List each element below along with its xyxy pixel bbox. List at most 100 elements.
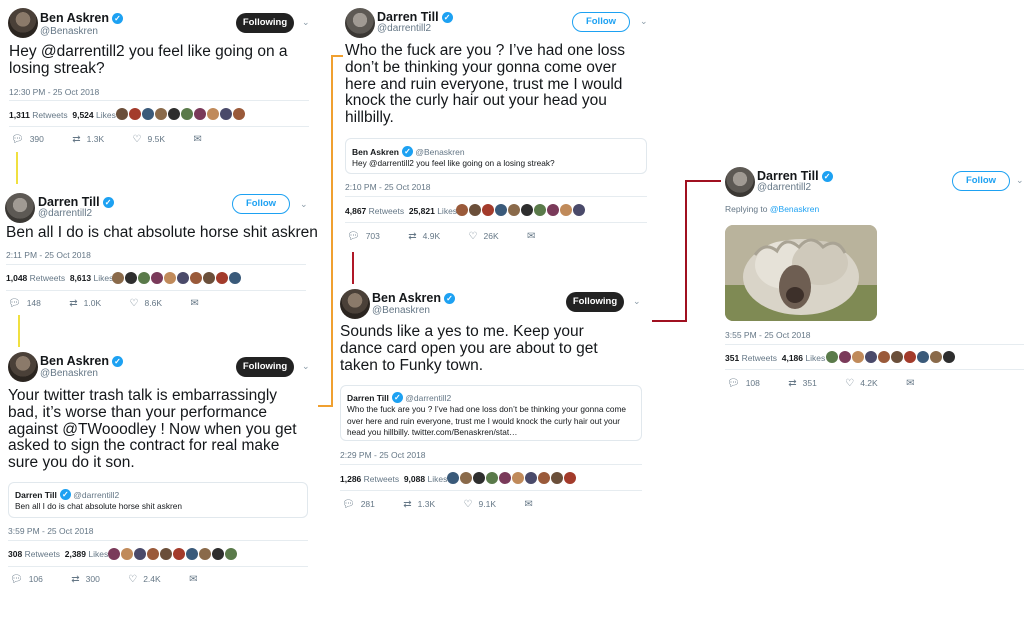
liker-avatar[interactable] [225,548,237,560]
author-name[interactable]: Ben Askren ✓ [372,291,456,305]
liker-avatar[interactable] [181,108,193,120]
follow-button[interactable]: Follow [572,12,630,32]
reply-button[interactable]: 💬︎ 281 [342,499,375,510]
chevron-down-icon[interactable]: ⌄ [302,361,310,372]
engagement-stats[interactable]: 351 Retweets 4,186 Likes [725,353,825,363]
reply-button[interactable]: 💬︎ 148 [8,298,41,309]
liker-avatar[interactable] [229,272,241,284]
timestamp[interactable]: 12:30 PM - 25 Oct 2018 [9,87,99,97]
message-button[interactable]: ✉ [189,574,203,585]
engagement-stats[interactable]: 1,286 Retweets 9,088 Likes [340,474,447,484]
liker-avatar[interactable] [190,272,202,284]
avatar[interactable] [8,8,38,38]
liker-avatar[interactable] [499,472,511,484]
retweet-button[interactable]: ⇄ 4.9K [408,231,440,242]
liker-avatar[interactable] [125,272,137,284]
like-button[interactable]: ♡ 4.2K [845,378,877,389]
quoted-tweet[interactable]: Ben Askren ✓ @Benaskren Hey @darrentill2 … [345,138,647,174]
liker-avatar[interactable] [456,204,468,216]
reply-button[interactable]: 💬︎ 390 [11,134,44,145]
liker-avatar[interactable] [233,108,245,120]
like-button[interactable]: ♡ 9.1K [464,499,496,510]
author-name[interactable]: Darren Till ✓ [38,195,114,209]
author-handle[interactable]: @darrentill2 [38,208,92,219]
message-button[interactable]: ✉ [193,134,207,145]
follow-button[interactable]: Follow [952,171,1010,191]
author-handle[interactable]: @darrentill2 [757,182,811,193]
replying-to[interactable]: Replying to @Benaskren [725,204,819,214]
liker-avatar[interactable] [203,272,215,284]
liker-avatar[interactable] [469,204,481,216]
liker-avatar[interactable] [199,548,211,560]
liker-avatar[interactable] [147,548,159,560]
liker-avatar[interactable] [826,351,838,363]
retweet-button[interactable]: ⇄ 300 [71,574,100,585]
liker-avatar[interactable] [186,548,198,560]
engagement-stats[interactable]: 4,867 Retweets 25,821 Likes [345,206,457,216]
liker-avatar[interactable] [216,272,228,284]
chevron-down-icon[interactable]: ⌄ [640,16,648,27]
liker-avatar[interactable] [512,472,524,484]
liker-avatar[interactable] [177,272,189,284]
following-button[interactable]: Following [236,357,294,377]
liker-avatar[interactable] [212,548,224,560]
liker-avatar[interactable] [943,351,955,363]
chevron-down-icon[interactable]: ⌄ [1016,175,1024,186]
liker-avatar[interactable] [168,108,180,120]
following-button[interactable]: Following [236,13,294,33]
liker-avatar[interactable] [534,204,546,216]
liker-avatar[interactable] [134,548,146,560]
liker-avatar[interactable] [220,108,232,120]
liker-avatar[interactable] [460,472,472,484]
liker-avatar[interactable] [129,108,141,120]
liker-avatar[interactable] [904,351,916,363]
liker-avatar[interactable] [447,472,459,484]
author-handle[interactable]: @Benaskren [372,305,430,316]
avatar[interactable] [340,289,370,319]
timestamp[interactable]: 3:59 PM - 25 Oct 2018 [8,526,94,536]
engagement-stats[interactable]: 1,311 Retweets 9,524 Likes [9,110,116,120]
liker-avatar[interactable] [151,272,163,284]
avatar[interactable] [345,8,375,38]
timestamp[interactable]: 3:55 PM - 25 Oct 2018 [725,330,811,340]
retweet-button[interactable]: ⇄ 1.3K [403,499,435,510]
avatar[interactable] [5,193,35,223]
engagement-stats[interactable]: 308 Retweets 2,389 Likes [8,549,108,559]
liker-avatar[interactable] [116,108,128,120]
avatar[interactable] [8,352,38,382]
author-handle[interactable]: @Benaskren [40,26,98,37]
author-name[interactable]: Darren Till ✓ [377,10,453,24]
message-button[interactable]: ✉ [527,231,541,242]
liker-avatar[interactable] [551,472,563,484]
chevron-down-icon[interactable]: ⌄ [300,199,308,210]
liker-avatar[interactable] [108,548,120,560]
liker-avatar[interactable] [138,272,150,284]
liker-avatar[interactable] [564,472,576,484]
reply-button[interactable]: 💬︎ 703 [347,231,380,242]
liker-avatar[interactable] [547,204,559,216]
author-name[interactable]: Darren Till ✓ [757,169,833,183]
author-name[interactable]: Ben Askren ✓ [40,11,124,25]
liker-avatar[interactable] [891,351,903,363]
follow-button[interactable]: Follow [232,194,290,214]
liker-avatar[interactable] [194,108,206,120]
retweet-button[interactable]: ⇄ 1.0K [69,298,101,309]
liker-avatar[interactable] [839,351,851,363]
quoted-tweet[interactable]: Darren Till ✓ @darrentill2 Ben all I do i… [8,482,308,518]
author-handle[interactable]: @Benaskren [40,368,98,379]
author-handle[interactable]: @darrentill2 [377,23,431,34]
liker-avatar[interactable] [207,108,219,120]
liker-avatar[interactable] [482,204,494,216]
timestamp[interactable]: 2:11 PM - 25 Oct 2018 [6,250,91,260]
attached-image[interactable] [725,225,877,321]
avatar[interactable] [725,167,755,197]
liker-avatar[interactable] [521,204,533,216]
chevron-down-icon[interactable]: ⌄ [633,296,641,307]
liker-avatar[interactable] [155,108,167,120]
liker-avatar[interactable] [508,204,520,216]
retweet-button[interactable]: ⇄ 1.3K [72,134,104,145]
reply-button[interactable]: 💬︎ 106 [10,574,43,585]
like-button[interactable]: ♡ 9.5K [133,134,165,145]
liker-avatar[interactable] [560,204,572,216]
liker-avatar[interactable] [573,204,585,216]
